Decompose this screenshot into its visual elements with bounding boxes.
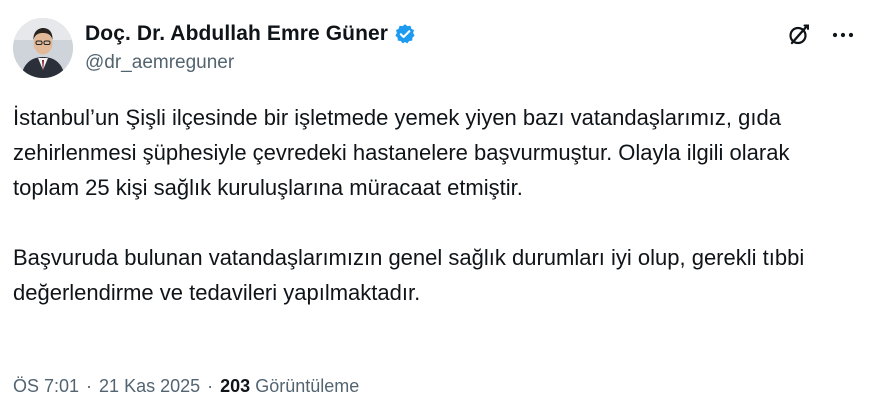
tweet-time[interactable]: ÖS 7:01 (13, 376, 79, 397)
grok-icon[interactable] (786, 22, 812, 48)
meta-separator: · (86, 376, 93, 396)
tweet-actions (786, 22, 856, 48)
tweet-paragraph-1: İstanbul’un Şişli ilçesinde bir işletmed… (13, 105, 790, 200)
more-options-icon[interactable] (830, 22, 856, 48)
views-label[interactable]: Görüntüleme (255, 376, 359, 397)
tweet-meta: ÖS 7:01 · 21 Kas 2025 · 203 Görüntüleme (13, 376, 359, 397)
tweet-text: İstanbul’un Şişli ilçesinde bir işletmed… (13, 100, 853, 310)
tweet-date[interactable]: 21 Kas 2025 (99, 376, 200, 397)
tweet-card: Doç. Dr. Abdullah Emre Güner @dr_aemregu… (0, 0, 870, 420)
avatar[interactable] (13, 18, 73, 78)
meta-separator: · (207, 376, 214, 396)
author-handle[interactable]: @dr_aemreguner (85, 52, 234, 74)
tweet-paragraph-2: Başvuruda bulunan vatandaşlarımızın gene… (13, 245, 805, 305)
views-count[interactable]: 203 (220, 376, 250, 397)
author-display-name[interactable]: Doç. Dr. Abdullah Emre Güner (85, 22, 388, 46)
author-name-row: Doç. Dr. Abdullah Emre Güner (85, 22, 416, 46)
verified-badge-icon[interactable] (394, 23, 416, 45)
